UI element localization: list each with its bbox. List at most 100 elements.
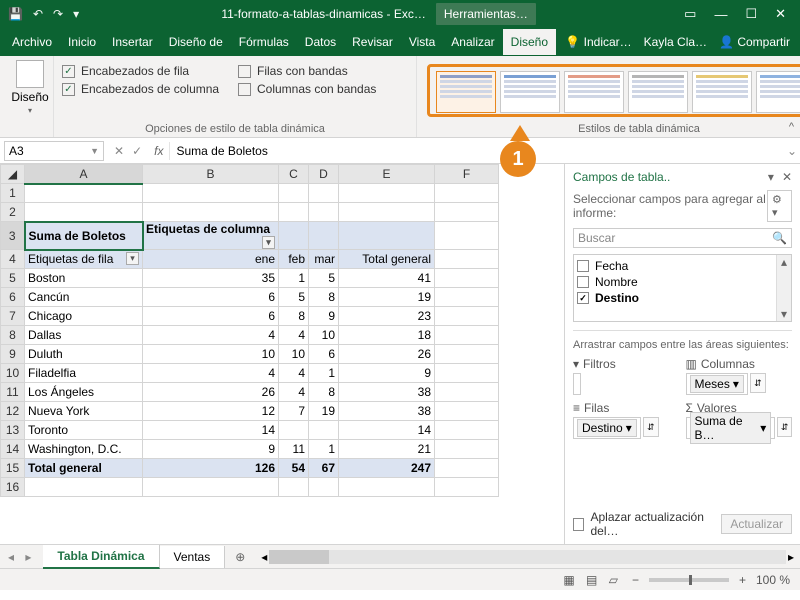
pivot-fields-pane: Campos de tabla.. ▾✕ Seleccionar campos … — [564, 164, 800, 544]
col-header[interactable]: F — [435, 165, 499, 184]
col-header[interactable]: B — [143, 165, 279, 184]
fx-icon[interactable]: fx — [148, 144, 169, 158]
quick-access-toolbar: 💾 ↶ ↷ ▾ — [0, 7, 87, 21]
move-icon[interactable]: ⇵ — [777, 417, 792, 437]
sheet-nav[interactable]: ◂ ▸ — [0, 550, 43, 564]
horizontal-scrollbar[interactable]: ◂▸ — [255, 550, 800, 564]
select-all[interactable]: ◢ — [1, 165, 25, 184]
field-nombre[interactable]: Nombre — [577, 274, 788, 290]
style-thumb[interactable] — [692, 71, 752, 113]
gear-icon[interactable]: ⚙ ▾ — [767, 190, 792, 222]
row-header[interactable]: 3 — [1, 222, 25, 250]
name-box[interactable]: A3▼ — [4, 141, 104, 161]
undo-icon[interactable]: ↶ — [33, 7, 43, 21]
maximize-icon[interactable]: ☐ — [745, 6, 757, 22]
close-pane-icon[interactable]: ✕ — [782, 170, 792, 184]
sheet-tab[interactable]: Ventas — [160, 546, 226, 568]
spreadsheet-grid[interactable]: ◢ A B C D E F 1 2 3 Suma de Boletos Etiq… — [0, 164, 564, 544]
status-bar: ▦ ▤ ▱ − + 100 % — [0, 568, 800, 590]
area-values[interactable]: ΣValores Suma de B…▾⇵ — [686, 401, 793, 439]
tab-archivo[interactable]: Archivo — [4, 29, 60, 55]
tell-me[interactable]: 💡 Indicar… — [565, 35, 631, 49]
row-header[interactable]: 1 — [1, 184, 25, 203]
area-columns[interactable]: ▥Columnas Meses▾⇵ — [686, 357, 793, 395]
zoom-out-icon[interactable]: − — [632, 573, 639, 587]
share-button[interactable]: 👤 Compartir — [719, 35, 790, 49]
tab-diseno[interactable]: Diseño — [503, 29, 556, 55]
style-thumb[interactable] — [756, 71, 800, 113]
cell[interactable]: Suma de Boletos — [25, 222, 143, 250]
pane-menu-icon[interactable]: ▾ — [768, 170, 774, 184]
collapse-ribbon-icon[interactable]: ^ — [789, 121, 794, 133]
save-icon[interactable]: 💾 — [8, 7, 23, 21]
zoom-in-icon[interactable]: + — [739, 573, 746, 587]
field-fecha[interactable]: Fecha — [577, 258, 788, 274]
expand-formula-icon[interactable]: ⌄ — [784, 144, 800, 158]
page-break-icon: ▱ — [605, 571, 622, 589]
drag-hint: Arrastrar campos entre las áreas siguien… — [573, 339, 792, 351]
accept-formula-icon[interactable]: ✓ — [132, 144, 142, 158]
style-thumb[interactable] — [564, 71, 624, 113]
area-filters[interactable]: ▾Filtros — [573, 357, 680, 395]
defer-checkbox[interactable]: Aplazar actualización del… — [573, 510, 715, 538]
chk-header-cols[interactable]: ✓Encabezados de columna — [62, 82, 232, 96]
col-header[interactable]: E — [339, 165, 435, 184]
col-header[interactable]: C — [279, 165, 309, 184]
style-thumb[interactable] — [500, 71, 560, 113]
chevron-down-icon[interactable]: ▼ — [90, 146, 99, 156]
update-button[interactable]: Actualizar — [721, 514, 792, 534]
filter-dropdown-icon[interactable]: ▾ — [126, 252, 139, 265]
cell[interactable]: ene — [143, 250, 279, 269]
tab-inicio[interactable]: Inicio — [60, 29, 104, 55]
col-header[interactable]: D — [309, 165, 339, 184]
redo-icon[interactable]: ↷ — [53, 7, 63, 21]
formula-input[interactable]: Suma de Boletos — [169, 142, 784, 160]
chk-banded-cols[interactable]: Columnas con bandas — [238, 82, 408, 96]
field-destino[interactable]: ✓Destino — [577, 290, 788, 306]
qat-more-icon[interactable]: ▾ — [73, 7, 79, 21]
cell[interactable]: Etiquetas de fila▾ — [25, 250, 143, 269]
normal-view-icon: ▦ — [559, 571, 578, 589]
tab-analizar[interactable]: Analizar — [443, 29, 502, 55]
view-buttons[interactable]: ▦ ▤ ▱ — [559, 573, 622, 587]
area-rows[interactable]: ≡Filas Destino▾⇵ — [573, 401, 680, 439]
zoom-level[interactable]: 100 % — [756, 573, 790, 587]
zoom-slider[interactable] — [649, 578, 729, 582]
sheet-tab-active[interactable]: Tabla Dinámica — [43, 545, 159, 569]
group-label-options: Opciones de estilo de tabla dinámica — [62, 121, 408, 135]
layout-button[interactable]: Diseño ▾ — [8, 60, 52, 115]
formula-bar-row: A3▼ ✕ ✓ fx Suma de Boletos ⌄ — [0, 138, 800, 164]
layout-label: Diseño — [11, 90, 48, 104]
row-header[interactable]: 2 — [1, 203, 25, 222]
cancel-formula-icon[interactable]: ✕ — [114, 144, 124, 158]
chk-banded-rows[interactable]: Filas con bandas — [238, 64, 408, 78]
style-thumb[interactable] — [628, 71, 688, 113]
cell[interactable]: Total general — [339, 250, 435, 269]
tab-datos[interactable]: Datos — [297, 29, 344, 55]
cell[interactable]: feb — [279, 250, 309, 269]
close-icon[interactable]: ✕ — [775, 6, 786, 22]
cell[interactable]: Etiquetas de columna▾ — [143, 222, 279, 250]
tab-formulas[interactable]: Fórmulas — [231, 29, 297, 55]
tab-vista[interactable]: Vista — [401, 29, 443, 55]
user-name[interactable]: Kayla Cla… — [644, 35, 707, 49]
minimize-icon[interactable]: — — [714, 7, 727, 22]
filter-icon: ▾ — [573, 357, 579, 371]
chk-header-rows[interactable]: ✓Encabezados de fila — [62, 64, 232, 78]
pivot-styles-gallery[interactable]: ▴▾▾ — [427, 64, 800, 117]
new-sheet-icon[interactable]: ⊕ — [225, 550, 255, 564]
move-icon[interactable]: ⇵ — [643, 417, 659, 437]
filter-dropdown-icon[interactable]: ▾ — [262, 236, 275, 249]
tab-diseno-de[interactable]: Diseño de — [161, 29, 231, 55]
search-input[interactable]: Buscar🔍 — [573, 228, 792, 248]
col-header[interactable]: A — [25, 165, 143, 184]
scrollbar[interactable]: ▴▾ — [776, 255, 791, 321]
field-list[interactable]: Fecha Nombre ✓Destino ▴▾ — [573, 254, 792, 322]
cell[interactable]: mar — [309, 250, 339, 269]
style-thumb[interactable] — [436, 71, 496, 113]
move-icon[interactable]: ⇵ — [750, 373, 766, 393]
row-header[interactable]: 4 — [1, 250, 25, 269]
ribbon-options-icon[interactable]: ▭ — [684, 6, 696, 22]
tab-insertar[interactable]: Insertar — [104, 29, 161, 55]
tab-revisar[interactable]: Revisar — [344, 29, 401, 55]
